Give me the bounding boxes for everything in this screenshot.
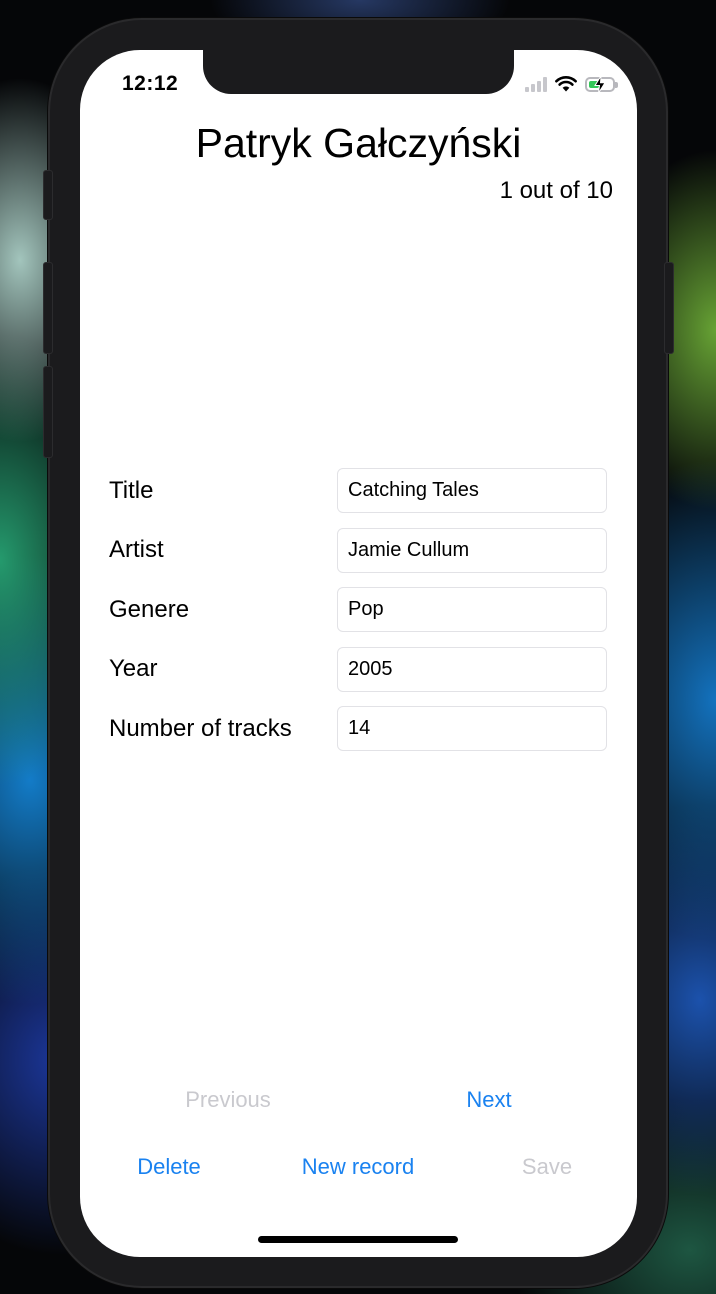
app-screen: 12:12 Patryk Gałczyński 1 out of 10 Titl… (80, 50, 637, 1257)
save-button[interactable]: Save (484, 1154, 610, 1180)
wifi-icon (555, 76, 577, 92)
power-button (664, 262, 674, 354)
title-label: Title (109, 476, 154, 504)
form-row-year: Year (109, 646, 607, 692)
record-form: Title Artist Genere Year Number of track… (109, 468, 607, 766)
form-row-title: Title (109, 468, 607, 513)
status-icons (525, 74, 618, 94)
title-input[interactable] (337, 468, 607, 513)
notch (203, 50, 514, 94)
page-title: Patryk Gałczyński (195, 120, 522, 166)
year-label: Year (109, 655, 158, 682)
form-row-genre: Genere (109, 587, 607, 632)
form-row-artist: Artist (109, 527, 607, 573)
genre-label: Genere (109, 595, 190, 623)
new-record-button[interactable]: New record (280, 1154, 436, 1180)
year-input[interactable] (337, 646, 607, 692)
tracks-label: Number of tracks (109, 714, 292, 742)
record-counter: 1 out of 10 (499, 177, 613, 204)
home-indicator[interactable] (258, 1236, 458, 1243)
next-button[interactable]: Next (408, 1087, 570, 1113)
cellular-signal-icon (525, 76, 547, 92)
charging-bolt-icon (594, 75, 606, 93)
battery-charging-icon (585, 75, 618, 93)
tracks-input[interactable] (337, 706, 607, 751)
form-row-tracks: Number of tracks (109, 706, 607, 751)
volume-up-button (43, 262, 53, 354)
previous-button[interactable]: Previous (147, 1087, 309, 1113)
artist-label: Artist (109, 536, 164, 563)
delete-button[interactable]: Delete (106, 1154, 232, 1180)
genre-input[interactable] (337, 587, 607, 632)
silent-switch (43, 170, 53, 220)
volume-down-button (43, 366, 53, 458)
artist-input[interactable] (337, 527, 607, 573)
status-time: 12:12 (122, 72, 179, 95)
